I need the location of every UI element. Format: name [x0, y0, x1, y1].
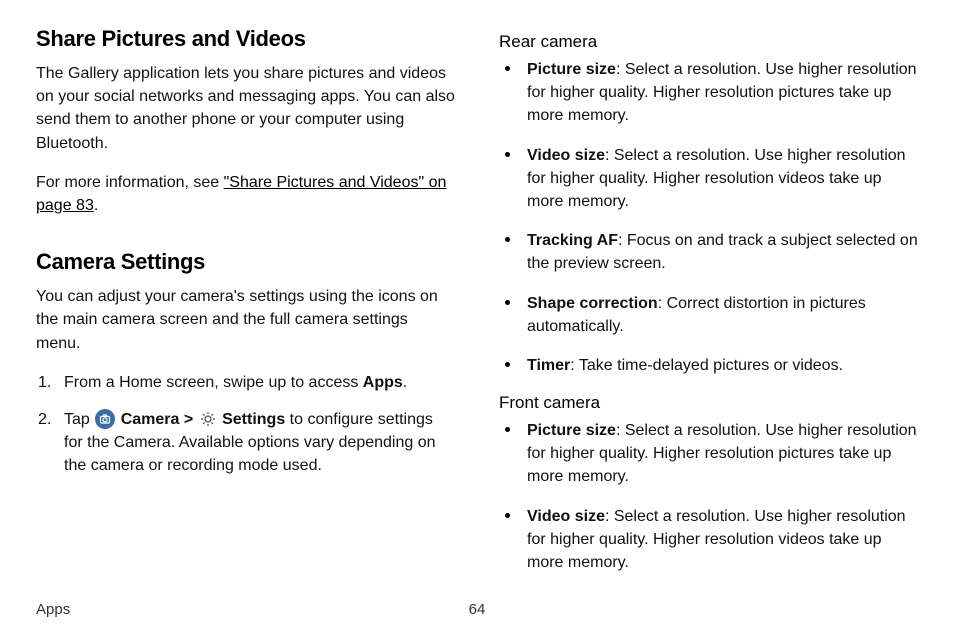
- content-columns: Share Pictures and Videos The Gallery ap…: [36, 26, 918, 586]
- rear-camera-subhead: Rear camera: [499, 32, 918, 52]
- moreinfo-post: .: [94, 197, 98, 214]
- step2-camera-bold: Camera: [121, 411, 180, 428]
- camera-icon: [95, 409, 115, 429]
- step-1: From a Home screen, swipe up to access A…: [36, 371, 455, 394]
- item-text: : Take time-delayed pictures or videos.: [570, 357, 843, 374]
- left-column: Share Pictures and Videos The Gallery ap…: [36, 26, 455, 586]
- item-bold: Video size: [527, 147, 605, 164]
- list-item: Video size: Select a resolution. Use hig…: [499, 505, 918, 575]
- moreinfo-pre: For more information, see: [36, 174, 224, 191]
- step2-settings-bold: Settings: [222, 411, 285, 428]
- list-item: Shape correction: Correct distortion in …: [499, 292, 918, 338]
- front-camera-list: Picture size: Select a resolution. Use h…: [499, 419, 918, 574]
- list-item: Picture size: Select a resolution. Use h…: [499, 419, 918, 489]
- step2-gt: >: [179, 411, 197, 428]
- step1-pre: From a Home screen, swipe up to access: [64, 374, 363, 391]
- step1-post: .: [403, 374, 407, 391]
- camera-settings-heading: Camera Settings: [36, 249, 455, 275]
- settings-icon: [199, 410, 217, 428]
- rear-camera-list: Picture size: Select a resolution. Use h…: [499, 58, 918, 377]
- step1-apps-bold: Apps: [363, 374, 403, 391]
- share-pictures-moreinfo: For more information, see "Share Picture…: [36, 171, 455, 217]
- list-item: Timer: Take time-delayed pictures or vid…: [499, 354, 918, 377]
- page-footer: Apps 64: [36, 601, 918, 618]
- camera-settings-steps: From a Home screen, swipe up to access A…: [36, 371, 455, 478]
- item-bold: Tracking AF: [527, 232, 618, 249]
- list-item: Tracking AF: Focus on and track a subjec…: [499, 229, 918, 275]
- footer-page-number: 64: [469, 601, 486, 618]
- list-item: Picture size: Select a resolution. Use h…: [499, 58, 918, 128]
- step2-pre: Tap: [64, 411, 94, 428]
- item-bold: Shape correction: [527, 295, 658, 312]
- step-2: Tap Camera > Settings to configure setti…: [36, 408, 455, 478]
- front-camera-subhead: Front camera: [499, 393, 918, 413]
- list-item: Video size: Select a resolution. Use hig…: [499, 144, 918, 214]
- item-bold: Picture size: [527, 61, 616, 78]
- share-pictures-paragraph: The Gallery application lets you share p…: [36, 62, 455, 155]
- item-bold: Timer: [527, 357, 570, 374]
- footer-section: Apps: [36, 601, 70, 618]
- camera-settings-paragraph: You can adjust your camera's settings us…: [36, 285, 455, 355]
- item-bold: Video size: [527, 508, 605, 525]
- share-pictures-heading: Share Pictures and Videos: [36, 26, 455, 52]
- item-bold: Picture size: [527, 422, 616, 439]
- right-column: Rear camera Picture size: Select a resol…: [499, 26, 918, 586]
